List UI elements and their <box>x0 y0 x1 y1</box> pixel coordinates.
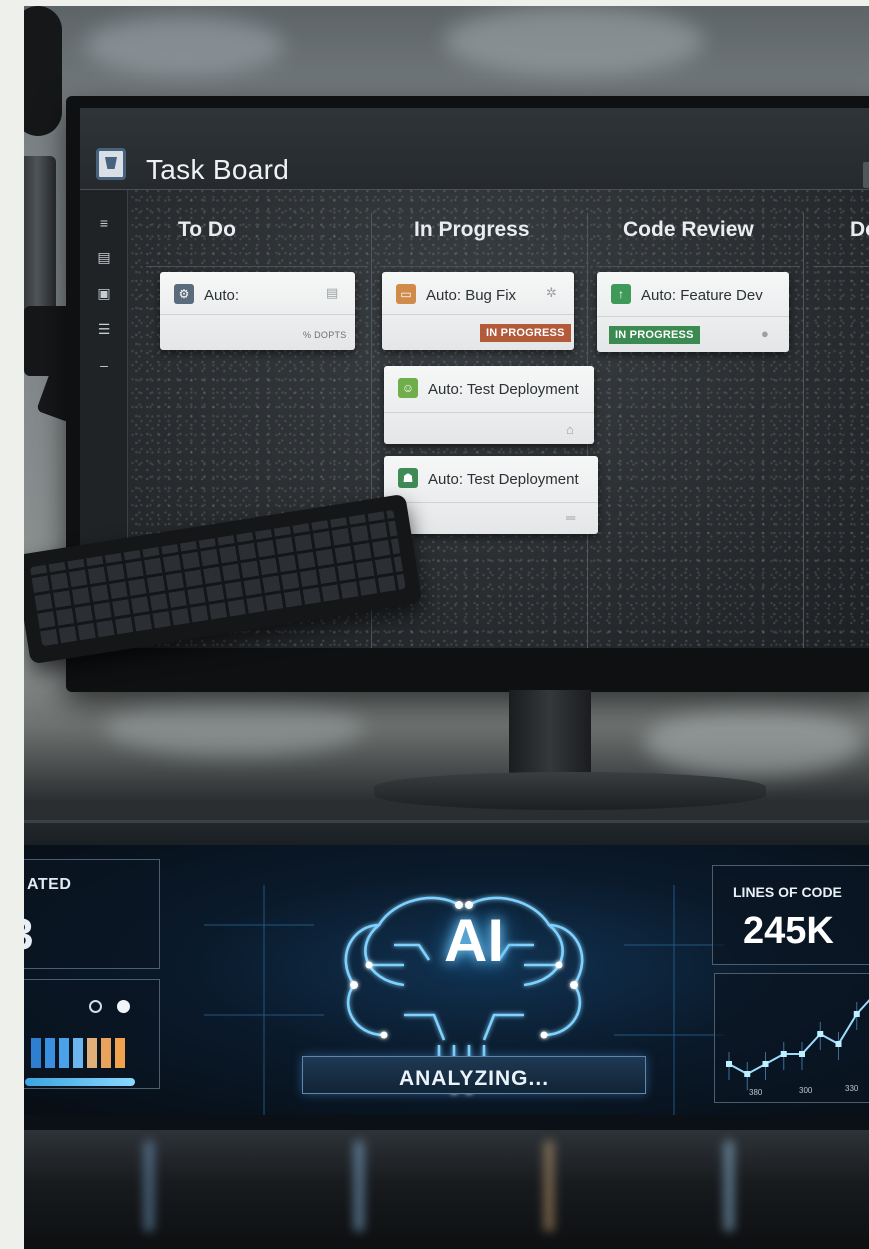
list-icon[interactable]: ≡ <box>93 212 115 234</box>
divider <box>596 266 800 267</box>
status-badge: IN PROGRESS <box>480 324 571 342</box>
scene-photo: Task Board ≡ ▤ ▣ ☰ – To Do In Progress C… <box>24 6 869 1249</box>
monitor-stand <box>509 690 591 782</box>
status-badge: IN PROGRESS <box>609 326 700 344</box>
task-card-title: Auto: Bug Fix <box>426 287 517 304</box>
column-header-done: Do <box>850 218 869 241</box>
chart-point <box>835 1041 842 1047</box>
bokeh-light <box>104 696 364 756</box>
chart-point <box>799 1051 805 1057</box>
divider <box>813 266 869 267</box>
reflection <box>354 1141 364 1231</box>
task-card-title: Auto: Feature Dev <box>641 287 763 304</box>
chart-tick-label: 380 <box>749 1088 763 1097</box>
column-header-code-review: Code Review <box>623 218 754 241</box>
toggle-on-icon[interactable] <box>117 1000 130 1013</box>
divider <box>380 266 585 267</box>
image-icon[interactable]: ▣ <box>93 282 115 304</box>
analyzing-status-bar: ANALYZING... <box>302 1056 646 1094</box>
monitor-stand-base <box>374 772 766 810</box>
table-icon[interactable]: ☰ <box>93 318 115 340</box>
column-header-in-progress: In Progress <box>414 218 530 241</box>
level-bar <box>87 1038 97 1068</box>
toggle-off-icon[interactable] <box>89 1000 102 1013</box>
chart-point <box>780 1051 787 1057</box>
gear-icon: ⚙ <box>174 284 194 304</box>
settings-icon[interactable]: ● <box>761 326 769 341</box>
level-bar <box>101 1038 111 1068</box>
level-bar <box>115 1038 125 1068</box>
chart-point <box>726 1061 732 1067</box>
metric-title: LINES OF CODE <box>733 884 842 900</box>
analyzing-status-text: ANALYZING... <box>398 1067 550 1090</box>
chart-point <box>744 1071 751 1077</box>
task-card[interactable]: ☗ Auto: Test Deployment ═ <box>384 456 598 534</box>
arrow-up-icon: ↑ <box>611 284 631 304</box>
task-card-title: Auto: Test Deployment <box>428 471 579 488</box>
level-bar <box>59 1038 69 1068</box>
drag-handle-icon[interactable]: ═ <box>566 510 575 525</box>
folder-icon: ▭ <box>396 284 416 304</box>
robot-arm <box>24 6 62 136</box>
chart-point <box>762 1061 769 1067</box>
chart-series-line <box>728 999 869 1076</box>
metric-value: 245K <box>743 910 834 952</box>
robot-arm <box>24 156 56 316</box>
menu-icon[interactable]: – <box>93 354 115 376</box>
bokeh-light <box>444 6 704 76</box>
level-bar <box>73 1038 83 1068</box>
task-card-footer: % DOPTS <box>303 330 347 340</box>
bokeh-light <box>84 16 284 76</box>
ai-label: AI <box>444 907 504 974</box>
task-card[interactable]: ↑ Auto: Feature Dev IN PROGRESS ● <box>597 272 789 352</box>
left-metric-value: 3 <box>24 910 33 960</box>
chart-point <box>853 1011 860 1017</box>
left-status-box <box>24 979 160 1089</box>
reflection <box>144 1141 154 1231</box>
chart-tick-label: 330 <box>845 1084 859 1093</box>
task-card-title: Auto: <box>204 287 240 304</box>
left-metric-title: ATED <box>27 876 72 893</box>
menu-icon[interactable]: ▤ <box>326 285 338 301</box>
metric-box: LINES OF CODE 245K <box>712 865 869 965</box>
bokeh-light <box>644 706 864 776</box>
bug-icon: ✲ <box>546 285 557 300</box>
left-metric-box: ATED 3 <box>24 859 160 969</box>
progress-bar <box>25 1078 135 1086</box>
app-header: Task Board <box>80 108 869 190</box>
reflection <box>724 1141 734 1231</box>
chart-point <box>817 1031 824 1037</box>
chart-tick-label: 300 <box>799 1086 813 1095</box>
document-icon[interactable]: ▤ <box>93 246 115 268</box>
task-card[interactable]: ▭ Auto: Bug Fix ✲ IN PROGRESS <box>382 272 574 350</box>
level-bar <box>31 1038 41 1068</box>
task-card-title: Auto: Test Deployment <box>428 381 579 398</box>
robot-icon: ☺ <box>398 378 418 398</box>
app-logo-icon <box>96 148 126 180</box>
robot-icon: ☗ <box>398 468 418 488</box>
page-title: Task Board <box>146 154 290 185</box>
column-divider <box>803 213 804 648</box>
metric-chart-box: 380 300 330 <box>714 973 869 1103</box>
header-control-button[interactable] <box>863 162 869 188</box>
level-bar <box>45 1038 55 1068</box>
column-header-todo: To Do <box>178 218 236 241</box>
task-card[interactable]: ⚙ Auto: ▤ % DOPTS <box>160 272 355 350</box>
task-card[interactable]: ☺ Auto: Test Deployment ⌂ <box>384 366 594 444</box>
home-icon: ⌂ <box>566 422 574 437</box>
divider <box>146 266 366 267</box>
reflection <box>544 1141 554 1231</box>
